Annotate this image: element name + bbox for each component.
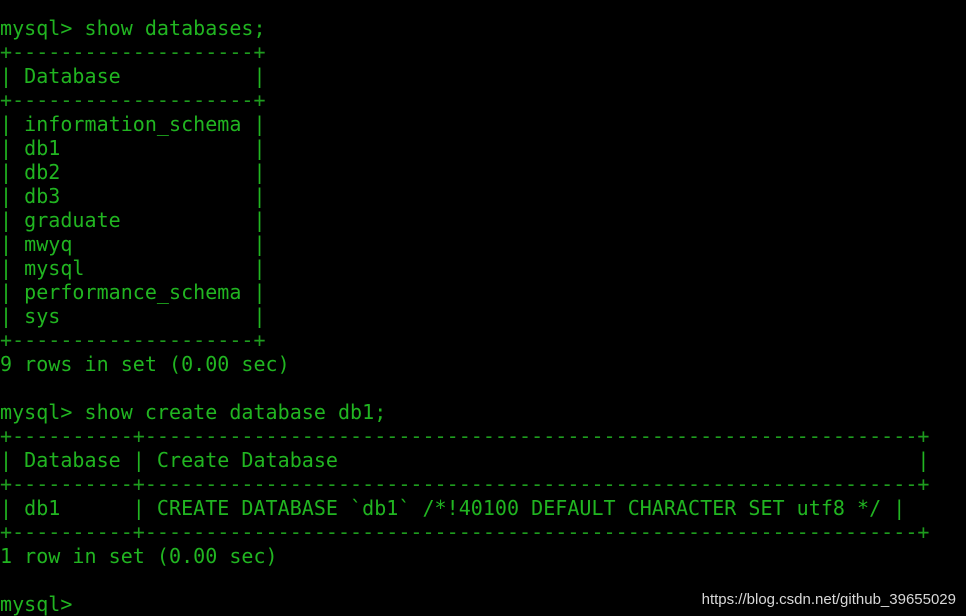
prompt-line: mysql> show databases; <box>0 16 266 40</box>
table-row: | performance_schema | <box>0 280 266 304</box>
table-header-row: | Database | Create Database | <box>0 448 930 472</box>
table-row: | information_schema | <box>0 112 266 136</box>
table-border: +--------------------+ <box>0 88 266 112</box>
prompt-line: mysql> show create database db1; <box>0 400 387 424</box>
table-row: | db2 | <box>0 160 266 184</box>
result-summary: 1 row in set (0.00 sec) <box>0 544 278 568</box>
table-row: | db3 | <box>0 184 266 208</box>
table-border: +--------------------+ <box>0 40 266 64</box>
watermark-text: https://blog.csdn.net/github_39655029 <box>701 591 956 608</box>
table-row: | db1 | <box>0 136 266 160</box>
result-summary: 9 rows in set (0.00 sec) <box>0 352 290 376</box>
terminal-output[interactable]: mysql> show databases; +----------------… <box>0 16 966 616</box>
table-row: | sys | <box>0 304 266 328</box>
table-row: | mwyq | <box>0 232 266 256</box>
table-row: | mysql | <box>0 256 266 280</box>
table-border: +----------+----------------------------… <box>0 472 930 496</box>
table-border: +----------+----------------------------… <box>0 520 930 544</box>
table-row: | graduate | <box>0 208 266 232</box>
table-border: +--------------------+ <box>0 328 266 352</box>
table-row: | db1 | CREATE DATABASE `db1` /*!40100 D… <box>0 496 906 520</box>
table-header-row: | Database | <box>0 64 266 88</box>
table-border: +----------+----------------------------… <box>0 424 930 448</box>
